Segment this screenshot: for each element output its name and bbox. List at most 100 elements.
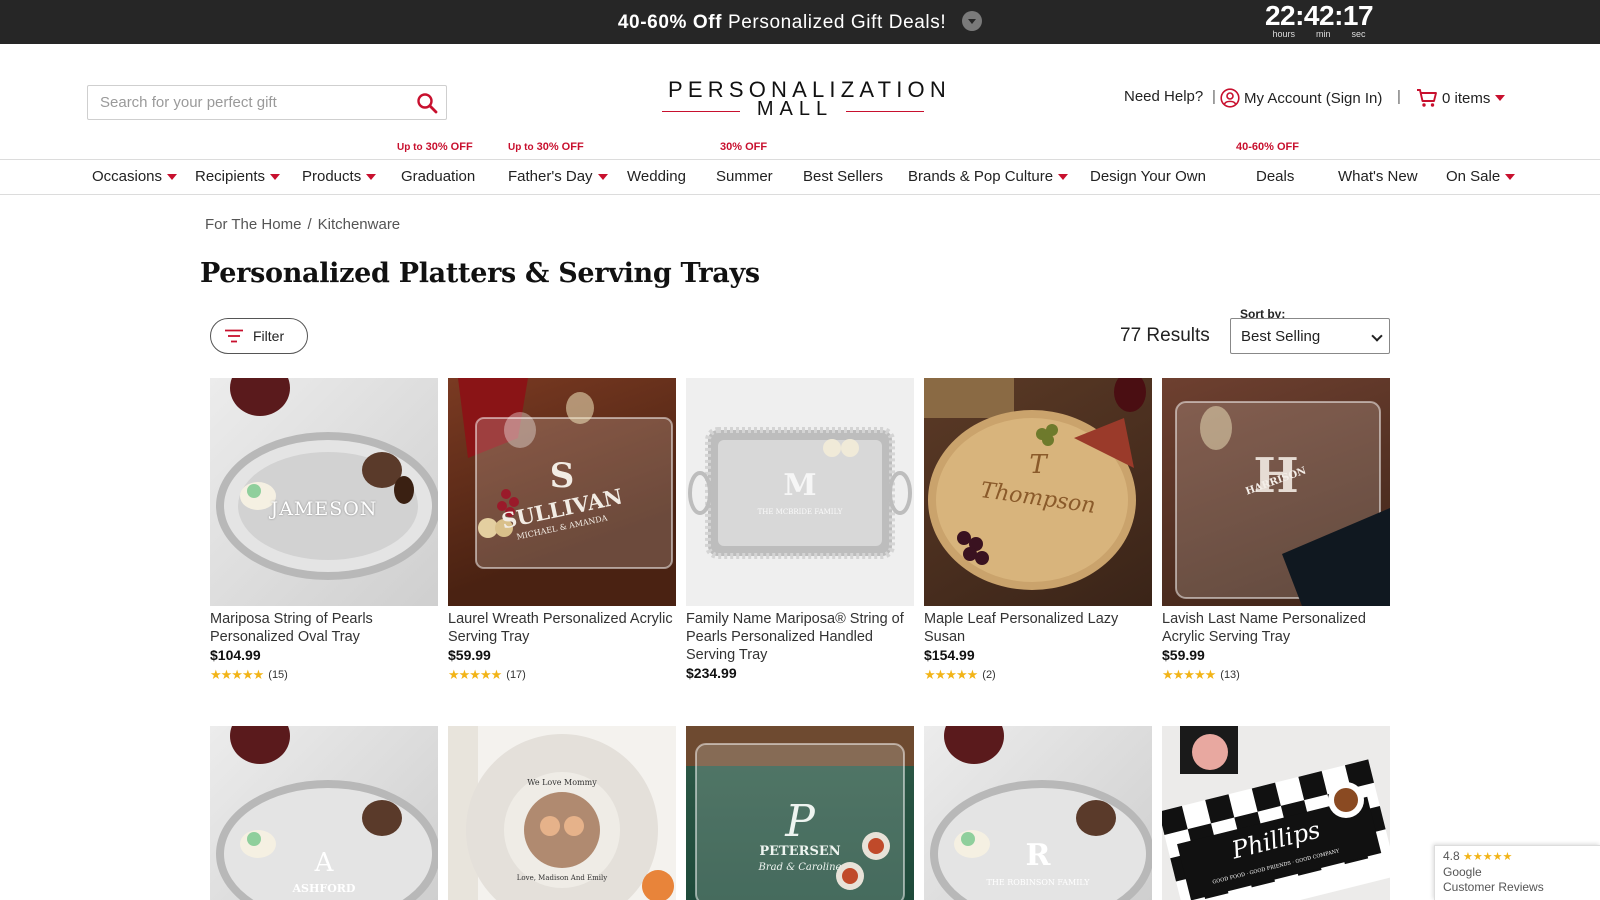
review-count: (17) (506, 669, 526, 681)
product-image[interactable]: Phillips GOOD FOOD · GOOD FRIENDS · GOOD… (1162, 726, 1390, 900)
chevron-down-icon (366, 173, 377, 180)
nav-deals[interactable]: Deals (1256, 168, 1294, 185)
sort-select[interactable]: Best Selling (1230, 318, 1390, 354)
cart-count: 0 items (1442, 89, 1491, 107)
nav-best-sellers[interactable]: Best Sellers (803, 168, 883, 185)
product-image[interactable]: M THE MCBRIDE FAMILY (686, 378, 914, 606)
divider: | (1212, 88, 1216, 105)
timer-label-sec: sec (1351, 29, 1366, 39)
star-rating-icon: ★★★★★ (1463, 851, 1513, 863)
search-box (87, 85, 447, 120)
product-card[interactable]: We Love Mommy Love, Madison And Emily (448, 726, 676, 900)
nav-wedding[interactable]: Wedding (627, 168, 686, 185)
nav-recipients[interactable]: Recipients (195, 168, 281, 185)
nav-occasions[interactable]: Occasions (92, 168, 178, 185)
tag-summer: 30% OFF (720, 141, 768, 153)
product-card[interactable]: P PETERSEN Brad & Caroline (686, 726, 914, 900)
filter-button[interactable]: Filter (210, 318, 308, 354)
divider: | (1397, 88, 1401, 105)
google-reviews-label: Customer Reviews (1443, 880, 1544, 894)
engraving-subtext: THE ROBINSON FAMILY (986, 878, 1090, 887)
chevron-down-icon (1058, 173, 1069, 180)
account-label: My Account (Sign In) (1244, 89, 1383, 107)
product-name[interactable]: Laurel Wreath Personalized Acrylic Servi… (448, 610, 676, 646)
engraving-initial: A (314, 848, 334, 878)
product-image[interactable]: A ASHFORD (210, 726, 438, 900)
tag-graduation: Up to 30% OFF (397, 141, 473, 153)
nav-summer[interactable]: Summer (716, 168, 773, 185)
nav-products[interactable]: Products (302, 168, 377, 185)
engraving-subtext: Brad & Caroline (758, 862, 842, 873)
product-name[interactable]: Lavish Last Name Personalized Acrylic Se… (1162, 610, 1390, 646)
google-reviews-badge[interactable]: 4.8 ★★★★★ Google Customer Reviews (1434, 845, 1600, 900)
product-card[interactable]: M THE MCBRIDE FAMILY Family Name Maripos… (686, 378, 914, 682)
product-price: $59.99 (448, 647, 491, 663)
review-count: (15) (268, 669, 288, 681)
engraving-text: ASHFORD (292, 882, 356, 895)
chevron-down-icon (1495, 95, 1506, 101)
engraving-initial: P (785, 796, 815, 847)
product-image[interactable]: JAMESON (210, 378, 438, 606)
logo-rule-right (846, 111, 924, 112)
countdown-timer: 22:42:17 hours min sec (1262, 0, 1376, 40)
star-rating-icon: ★★★★★ (1162, 667, 1216, 682)
timer-label-min: min (1315, 29, 1331, 39)
sort-value: Best Selling (1241, 327, 1321, 345)
filter-icon (225, 329, 243, 343)
tag-deals: 40-60% OFF (1236, 141, 1299, 153)
product-image[interactable]: T Thompson (924, 378, 1152, 606)
breadcrumb-for-the-home[interactable]: For The Home (205, 216, 301, 233)
product-card[interactable]: T Thompson Maple Leaf Personalized Lazy … (924, 378, 1152, 683)
product-image[interactable]: R THE ROBINSON FAMILY (924, 726, 1152, 900)
product-name[interactable]: Family Name Mariposa® String of Pearls P… (686, 610, 914, 664)
breadcrumb: For The Home / Kitchenware (205, 216, 401, 233)
nav-fathers-day[interactable]: Father's Day (508, 168, 608, 185)
product-card[interactable]: Phillips GOOD FOOD · GOOD FRIENDS · GOOD… (1162, 726, 1390, 900)
cart-icon (1417, 89, 1437, 107)
product-price: $59.99 (1162, 647, 1205, 663)
product-card[interactable]: S SULLIVAN MICHAEL & AMANDA Laurel Wreat… (448, 378, 676, 683)
chevron-down-icon (270, 173, 281, 180)
nav-brands-pop-culture[interactable]: Brands & Pop Culture (908, 168, 1069, 185)
product-card[interactable]: R THE ROBINSON FAMILY (924, 726, 1152, 900)
account-link[interactable]: My Account (Sign In) (1220, 86, 1382, 110)
product-name[interactable]: Mariposa String of Pearls Personalized O… (210, 610, 438, 646)
product-rating: ★★★★★ (17) (448, 667, 676, 683)
product-image[interactable]: P PETERSEN Brad & Caroline (686, 726, 914, 900)
engraving-initial: R (1025, 838, 1051, 873)
engraving-subtext: THE MCBRIDE FAMILY (757, 508, 843, 516)
search-icon[interactable] (416, 92, 438, 114)
cart-link[interactable]: 0 items (1416, 86, 1506, 110)
filter-label: Filter (253, 328, 285, 344)
review-count: (13) (1220, 669, 1240, 681)
chevron-down-icon (597, 173, 608, 180)
star-rating-icon: ★★★★★ (924, 667, 978, 682)
nav-graduation[interactable]: Graduation (401, 168, 475, 185)
chevron-down-icon (167, 173, 178, 180)
need-help-link[interactable]: Need Help? (1124, 88, 1203, 105)
google-brand: Google (1443, 865, 1482, 879)
search-input[interactable] (88, 86, 398, 119)
product-image[interactable]: We Love Mommy Love, Madison And Emily (448, 726, 676, 900)
product-price: $234.99 (686, 665, 737, 681)
breadcrumb-kitchenware[interactable]: Kitchenware (318, 216, 401, 233)
product-card[interactable]: H HARRISON Lavish Last Name Personalized… (1162, 378, 1390, 683)
promo-bar: 40-60% Off Personalized Gift Deals! 22:4… (0, 0, 1600, 44)
engraving-text: PETERSEN (759, 844, 841, 859)
product-price: $154.99 (924, 647, 975, 663)
tag-fathers-day: Up to 30% OFF (508, 141, 584, 153)
product-card[interactable]: JAMESON Mariposa String of Pearls Person… (210, 378, 438, 683)
product-card[interactable]: A ASHFORD (210, 726, 438, 900)
chevron-down-icon[interactable] (962, 11, 983, 31)
star-rating-icon: ★★★★★ (210, 667, 264, 682)
engraving-text: We Love Mommy (527, 778, 597, 787)
main-nav: Occasions Recipients Products Graduation… (0, 159, 1600, 195)
site-logo[interactable]: PERSONALIZATION MALL (660, 74, 946, 122)
nav-design-your-own[interactable]: Design Your Own (1090, 168, 1206, 185)
product-image[interactable]: S SULLIVAN MICHAEL & AMANDA (448, 378, 676, 606)
product-image[interactable]: H HARRISON (1162, 378, 1390, 606)
nav-on-sale[interactable]: On Sale (1446, 168, 1516, 185)
timer-digits: 22:42:17 (1264, 0, 1374, 31)
nav-whats-new[interactable]: What's New (1338, 168, 1418, 185)
product-name[interactable]: Maple Leaf Personalized Lazy Susan (924, 610, 1152, 646)
